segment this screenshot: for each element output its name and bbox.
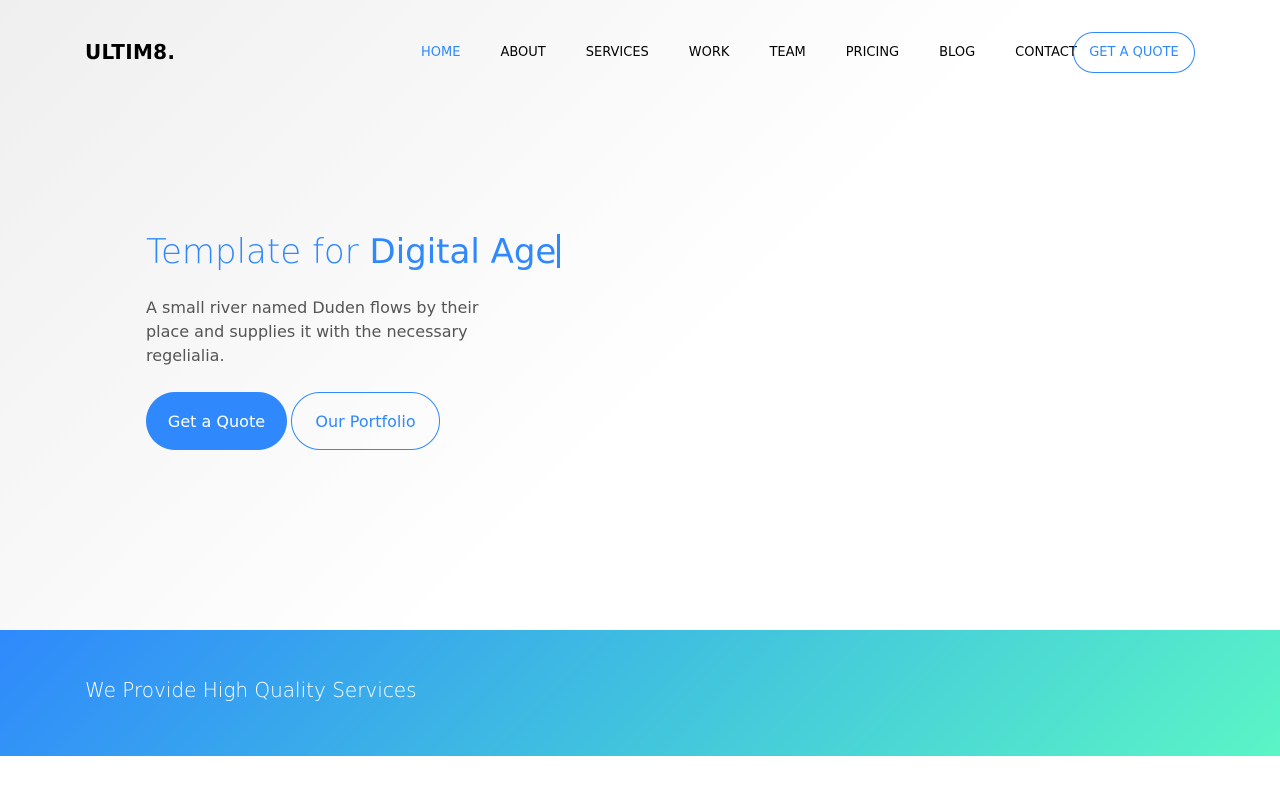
hero-subtitle: A small river named Duden flows by their… (146, 298, 479, 365)
our-portfolio-button[interactable]: Our Portfolio (291, 392, 440, 450)
nav-item-pricing[interactable]: PRICING (826, 45, 919, 60)
next-section (0, 756, 1280, 800)
services-heading: We Provide High Quality Services (85, 678, 417, 702)
nav-item-team[interactable]: TEAM (749, 45, 825, 60)
get-a-quote-button[interactable]: Get a Quote (146, 392, 287, 450)
brand-logo[interactable]: ULTIM8. (85, 40, 175, 64)
nav-item-blog[interactable]: BLOG (919, 45, 995, 60)
hero-title: Template for Digital Age (146, 228, 561, 276)
nav-item-services[interactable]: SERVICES (566, 45, 669, 60)
hero-section: ULTIM8. HOME ABOUT SERVICES WORK TEAM PR… (0, 0, 1280, 630)
hero-title-highlight: Digital Age (369, 232, 557, 272)
nav-menu: HOME ABOUT SERVICES WORK TEAM PRICING BL… (401, 32, 1097, 73)
nav-item-home[interactable]: HOME (401, 45, 480, 60)
services-banner: We Provide High Quality Services (0, 630, 1280, 756)
get-a-quote-nav-button[interactable]: GET A QUOTE (1073, 32, 1195, 73)
hero-title-prefix: Template for (146, 232, 370, 272)
nav-item-about[interactable]: ABOUT (480, 45, 565, 60)
navbar: ULTIM8. HOME ABOUT SERVICES WORK TEAM PR… (0, 0, 1280, 105)
nav-item-work[interactable]: WORK (669, 45, 750, 60)
typing-cursor (557, 234, 561, 268)
